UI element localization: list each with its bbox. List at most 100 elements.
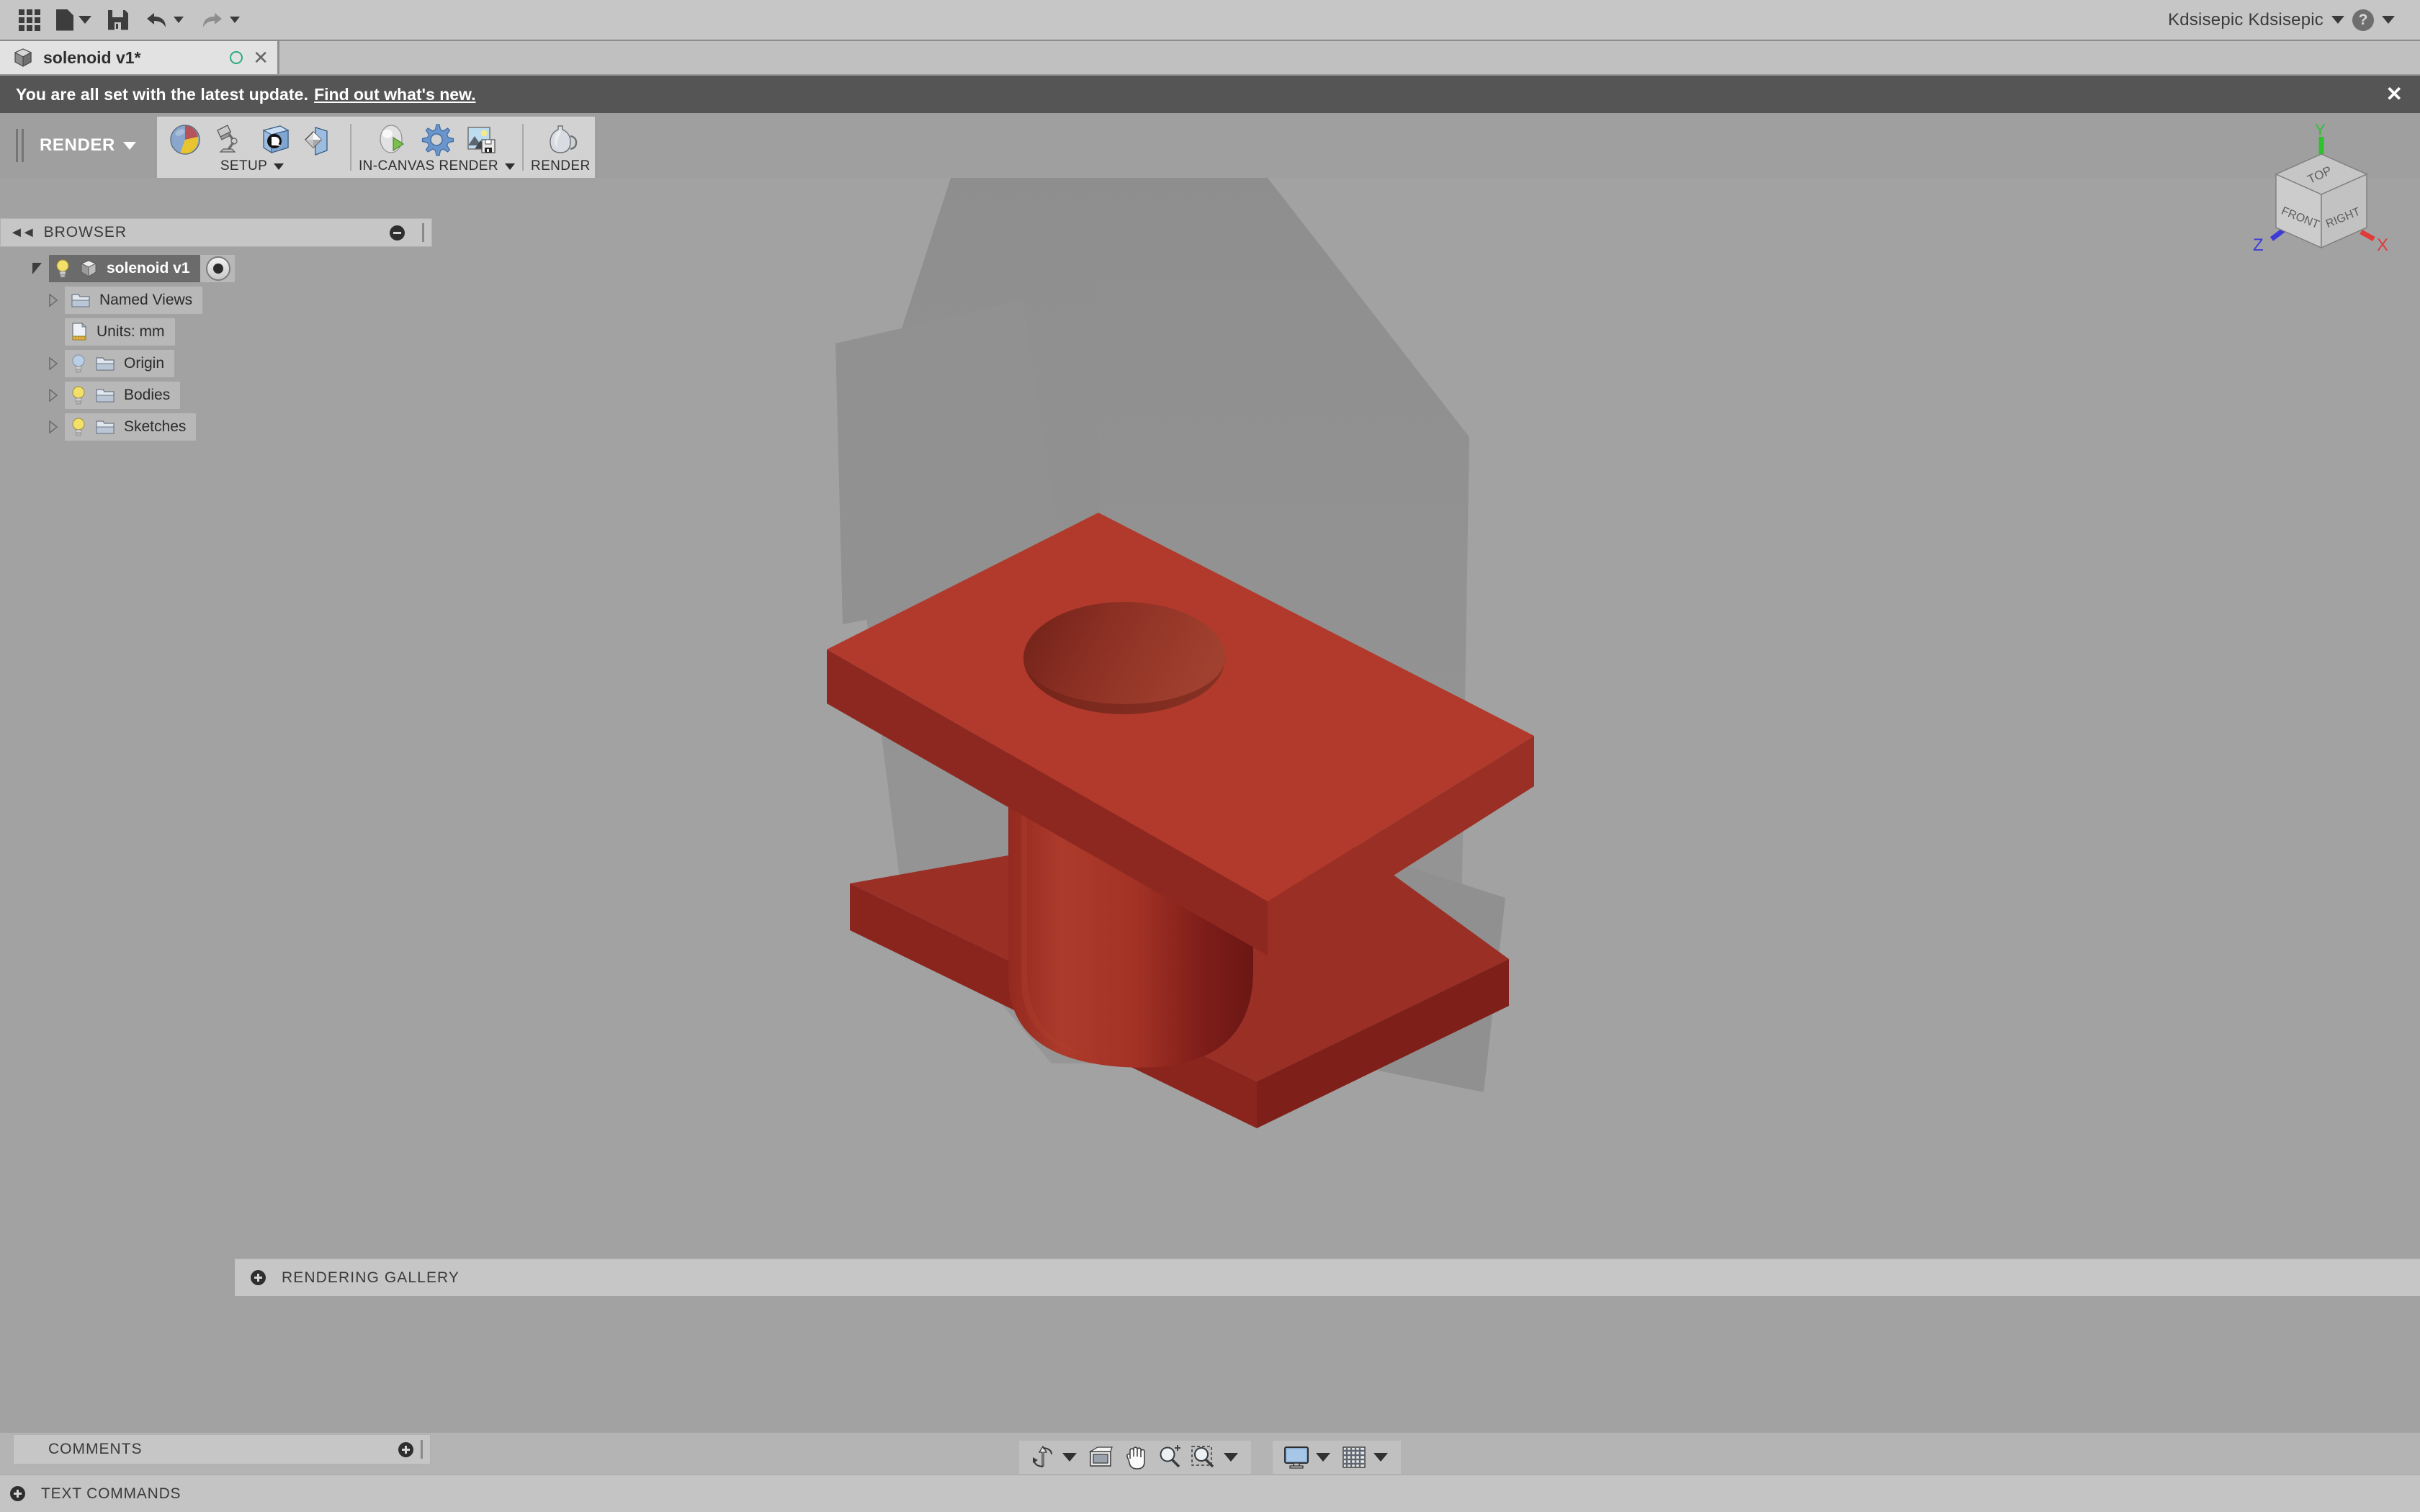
panel-divider xyxy=(350,124,351,171)
folder-icon xyxy=(95,418,115,436)
new-document-button[interactable] xyxy=(50,3,98,37)
setup-panel-label[interactable]: SETUP xyxy=(161,158,343,178)
expand-twisty[interactable] xyxy=(40,389,65,402)
tree-row-named-views[interactable]: Named Views xyxy=(0,284,432,316)
whats-new-link[interactable]: Find out what's new. xyxy=(314,85,475,104)
panel-divider xyxy=(522,124,524,171)
display-state-dot xyxy=(213,264,223,274)
chevron-down-icon[interactable] xyxy=(1224,1453,1238,1462)
chevron-down-icon[interactable] xyxy=(1316,1453,1330,1462)
redo-icon xyxy=(200,11,225,30)
redo-button[interactable] xyxy=(194,3,246,37)
browser-title: BROWSER xyxy=(44,224,380,241)
appearance-icon[interactable] xyxy=(164,121,206,158)
document-tab-solenoid[interactable]: solenoid v1* ✕ xyxy=(0,41,279,74)
notification-bar: You are all set with the latest update. … xyxy=(0,76,2420,113)
visibility-bulb-icon[interactable] xyxy=(55,258,71,279)
axis-z-line xyxy=(2272,230,2283,239)
pan-icon[interactable] xyxy=(1119,1441,1152,1473)
zoom-window-icon[interactable] xyxy=(1188,1441,1221,1473)
chevron-down-icon[interactable] xyxy=(2331,16,2344,24)
in-canvas-render-icon[interactable] xyxy=(371,121,413,158)
rendering-gallery-title: RENDERING GALLERY xyxy=(282,1269,460,1287)
tree-item-label: Sketches xyxy=(124,418,186,436)
tree-item-origin[interactable]: Origin xyxy=(65,350,174,377)
expand-icon[interactable] xyxy=(398,1442,413,1457)
render-commands xyxy=(531,117,591,158)
text-commands-bar[interactable]: TEXT COMMANDS xyxy=(0,1475,2420,1512)
chevron-down-icon[interactable] xyxy=(2382,16,2395,24)
tree-item-label: Named Views xyxy=(99,292,192,309)
rendering-gallery-panel[interactable]: RENDERING GALLERY xyxy=(235,1259,2420,1296)
display-settings-icon[interactable] xyxy=(1280,1441,1313,1473)
app-grid-icon[interactable] xyxy=(13,3,46,37)
close-notification-icon[interactable]: ✕ xyxy=(2386,84,2403,104)
close-icon[interactable]: ✕ xyxy=(253,48,269,67)
render-icon[interactable] xyxy=(539,121,581,158)
browser-tree: solenoid v1 xyxy=(0,247,432,443)
ribbon-grip xyxy=(22,129,24,162)
scene-settings-icon[interactable] xyxy=(209,121,251,158)
expand-icon[interactable] xyxy=(10,1486,25,1501)
tree-item-sketches[interactable]: Sketches xyxy=(65,413,196,441)
minimize-icon[interactable] xyxy=(390,225,405,240)
decal-icon[interactable] xyxy=(254,121,295,158)
undo-button[interactable] xyxy=(138,3,190,37)
triangle-right-icon xyxy=(48,420,58,433)
panel-resize-handle[interactable] xyxy=(421,1440,423,1459)
tree-item-bodies[interactable]: Bodies xyxy=(65,382,180,409)
chevron-down-icon xyxy=(123,142,136,150)
tree-row-units[interactable]: Units: mm xyxy=(0,316,432,348)
workspace-switcher[interactable]: RENDER xyxy=(0,113,136,178)
grid-and-snaps-icon[interactable] xyxy=(1337,1441,1371,1473)
sync-status-icon[interactable] xyxy=(230,51,243,64)
grid-icon-glyph xyxy=(19,9,40,31)
navigation-tools-group xyxy=(1019,1441,1251,1474)
comments-panel[interactable]: COMMENTS xyxy=(13,1434,431,1464)
expand-twisty[interactable] xyxy=(40,420,65,433)
in-canvas-render-settings-icon[interactable] xyxy=(416,121,457,158)
visibility-bulb-icon[interactable] xyxy=(71,417,86,437)
zoom-icon[interactable] xyxy=(1153,1441,1186,1473)
tree-row-root[interactable]: solenoid v1 xyxy=(0,253,432,284)
chevron-down-icon[interactable] xyxy=(1062,1453,1077,1462)
display-state-icon[interactable] xyxy=(206,256,230,281)
orbit-icon[interactable] xyxy=(1026,1441,1059,1473)
texture-map-controls-icon[interactable] xyxy=(298,121,340,158)
axis-z-label: Z xyxy=(2253,235,2264,255)
visibility-bulb-icon[interactable] xyxy=(71,354,86,374)
expand-twisty-root[interactable] xyxy=(24,263,49,274)
in-canvas-render-panel-label[interactable]: IN-CANVAS RENDER xyxy=(359,158,515,178)
expand-icon[interactable] xyxy=(251,1270,266,1285)
save-button[interactable] xyxy=(102,3,134,37)
panel-resize-handle[interactable] xyxy=(422,223,424,242)
axis-x-line xyxy=(2361,232,2374,239)
tree-item-named-views[interactable]: Named Views xyxy=(65,287,202,314)
application-bar: Kdsisepic Kdsisepic ? xyxy=(0,0,2420,41)
chevron-down-icon xyxy=(230,17,240,23)
tree-row-bodies[interactable]: Bodies xyxy=(0,379,432,411)
tree-row-sketches[interactable]: Sketches xyxy=(0,411,432,443)
ribbon-panel-setup: SETUP xyxy=(157,117,347,178)
triangle-right-icon xyxy=(48,357,58,370)
tree-item-units[interactable]: Units: mm xyxy=(65,318,175,346)
tree-item-solenoid[interactable]: solenoid v1 xyxy=(49,255,200,282)
expand-twisty[interactable] xyxy=(40,294,65,307)
expand-twisty[interactable] xyxy=(40,357,65,370)
folder-icon xyxy=(95,355,115,372)
help-icon[interactable]: ? xyxy=(2352,9,2374,31)
collapse-left-icon[interactable]: ◄◄ xyxy=(9,225,34,241)
units-document-icon xyxy=(71,322,88,342)
user-account-name[interactable]: Kdsisepic Kdsisepic xyxy=(2168,10,2323,30)
fusion360-window: Kdsisepic Kdsisepic ? solenoid v1* ✕ You… xyxy=(0,0,2420,1512)
visibility-bulb-icon[interactable] xyxy=(71,385,86,405)
look-at-icon[interactable] xyxy=(1084,1441,1117,1473)
undo-icon xyxy=(144,11,169,30)
tree-row-origin[interactable]: Origin xyxy=(0,348,432,379)
display-state-wrap xyxy=(200,255,235,282)
capture-image-icon[interactable] xyxy=(460,121,502,158)
ribbon-panel-render: RENDER xyxy=(526,117,595,178)
setup-commands xyxy=(161,117,343,158)
chevron-down-icon[interactable] xyxy=(1373,1453,1388,1462)
view-cube[interactable]: Y Z X TOP FRONT RIGHT xyxy=(2238,124,2404,268)
